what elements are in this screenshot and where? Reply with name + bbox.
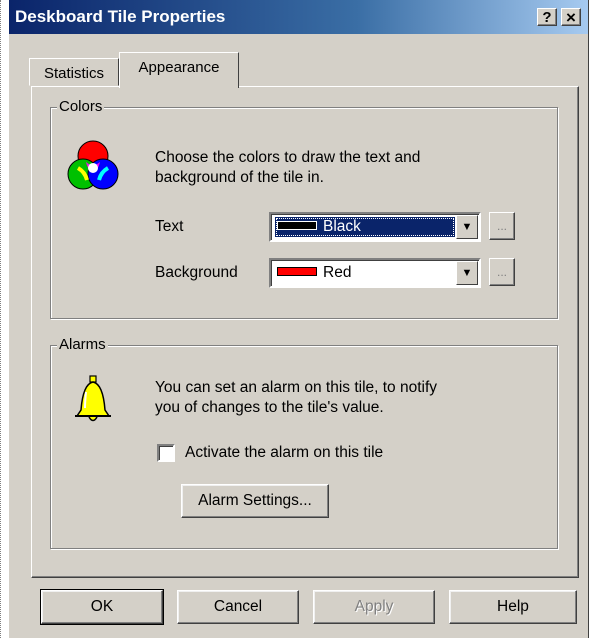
window-title: Deskboard Tile Properties <box>15 7 226 26</box>
desktop-edge <box>0 0 4 638</box>
alarms-description: You can set an alarm on this tile, to no… <box>155 378 437 418</box>
red-swatch <box>277 267 317 277</box>
background-color-selected: Red <box>275 263 455 283</box>
title-bar[interactable]: Deskboard Tile Properties ? × <box>9 0 588 34</box>
alarms-group: Alarms You can set an alarm on this tile… <box>50 336 558 549</box>
colors-description-line1: Choose the colors to draw the text and <box>155 149 421 166</box>
tab-appearance[interactable]: Appearance <box>119 52 239 88</box>
text-color-value: Black <box>323 218 361 235</box>
activate-alarm-checkbox[interactable] <box>157 444 175 462</box>
tab-statistics[interactable]: Statistics <box>29 58 119 86</box>
text-color-more-button[interactable]: ... <box>489 212 515 240</box>
text-color-selected: Black <box>275 217 455 237</box>
background-color-label: Background <box>155 264 238 281</box>
colors-description: Choose the colors to draw the text and b… <box>155 148 420 188</box>
background-color-more-button[interactable]: ... <box>489 258 515 286</box>
alarm-settings-button[interactable]: Alarm Settings... <box>181 484 329 518</box>
alarms-description-line1: You can set an alarm on this tile, to no… <box>155 379 438 396</box>
properties-dialog: Deskboard Tile Properties ? × Statistics… <box>8 0 589 638</box>
black-swatch <box>277 221 317 231</box>
cancel-button[interactable]: Cancel <box>177 590 299 624</box>
alarms-description-line2: you of changes to the tile's value. <box>155 399 384 416</box>
help-title-button[interactable]: ? <box>537 8 557 26</box>
background-color-dropdown-arrow[interactable]: ▼ <box>456 261 478 285</box>
close-button[interactable]: × <box>561 8 581 27</box>
bell-icon <box>75 375 111 422</box>
activate-alarm-label[interactable]: Activate the alarm on this tile <box>185 444 383 462</box>
background-color-value: Red <box>323 264 352 281</box>
colors-group: Colors Choose the colors to draw the tex… <box>50 98 558 319</box>
ok-button[interactable]: OK <box>40 589 164 625</box>
text-color-combo[interactable]: Black ▼ <box>269 212 481 242</box>
colors-legend: Colors <box>57 98 105 115</box>
text-color-label: Text <box>155 218 184 235</box>
colors-description-line2: background of the tile in. <box>155 169 324 186</box>
background-color-combo[interactable]: Red ▼ <box>269 258 481 288</box>
text-color-dropdown-arrow[interactable]: ▼ <box>456 215 478 239</box>
appearance-panel: Colors Choose the colors to draw the tex… <box>31 86 579 578</box>
apply-button[interactable]: Apply <box>313 590 435 624</box>
color-circles-icon <box>67 140 119 190</box>
alarms-legend: Alarms <box>57 336 108 353</box>
help-button[interactable]: Help <box>449 590 577 624</box>
